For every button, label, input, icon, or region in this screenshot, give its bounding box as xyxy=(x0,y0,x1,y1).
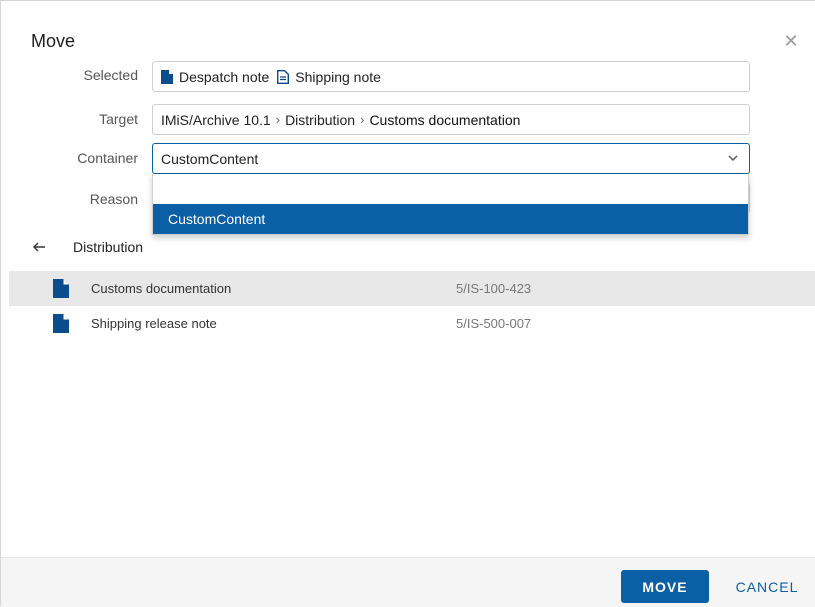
move-dialog: Move ✕ Selected Despatch note Shipping n… xyxy=(0,0,815,607)
selected-label: Selected xyxy=(83,67,138,83)
reason-label: Reason xyxy=(89,191,138,207)
chevron-right-icon: › xyxy=(275,112,281,127)
folder-browser-header: Distribution xyxy=(31,237,143,257)
list-item-code: 5/IS-500-007 xyxy=(456,316,532,331)
selected-item-label: Despatch note xyxy=(179,68,270,85)
target-label: Target xyxy=(99,111,138,127)
selected-item-label: Shipping note xyxy=(295,68,381,85)
selected-field: Despatch note Shipping note xyxy=(152,61,750,92)
breadcrumb-distribution[interactable]: Distribution xyxy=(285,112,355,128)
breadcrumb-root[interactable]: IMiS/Archive 10.1 xyxy=(161,112,271,128)
folder-list: Customs documentation 5/IS-100-423 Shipp… xyxy=(9,271,815,341)
chevron-down-icon xyxy=(728,155,738,161)
document-outline-icon xyxy=(277,69,290,84)
target-field[interactable]: IMiS/Archive 10.1 › Distribution › Custo… xyxy=(152,104,750,135)
document-icon xyxy=(53,279,69,298)
container-dropdown: CustomContent xyxy=(152,174,749,235)
close-icon[interactable]: ✕ xyxy=(781,31,801,51)
selected-item-despatch: Despatch note xyxy=(161,69,269,85)
list-item-name: Shipping release note xyxy=(91,316,217,331)
list-item-name: Customs documentation xyxy=(91,281,232,296)
back-arrow-icon[interactable] xyxy=(31,239,47,255)
list-item[interactable]: Shipping release note 5/IS-500-007 xyxy=(9,306,815,341)
document-icon xyxy=(53,314,69,333)
chevron-right-icon: › xyxy=(360,112,365,127)
container-select[interactable]: CustomContent xyxy=(152,143,750,174)
move-button[interactable]: MOVE xyxy=(621,570,709,603)
current-folder-label: Distribution xyxy=(73,239,144,255)
selected-item-shipping: Shipping note xyxy=(277,69,381,85)
document-filled-icon xyxy=(161,69,173,84)
container-value: CustomContent xyxy=(161,150,259,167)
breadcrumb-current[interactable]: Customs documentation xyxy=(369,112,520,128)
dropdown-option-customcontent[interactable]: CustomContent xyxy=(153,204,748,234)
dialog-footer: MOVE CANCEL xyxy=(1,557,815,607)
cancel-button[interactable]: CANCEL xyxy=(727,570,807,603)
list-item-code: 5/IS-100-423 xyxy=(456,281,532,296)
list-item[interactable]: Customs documentation 5/IS-100-423 xyxy=(9,271,815,306)
dialog-title: Move xyxy=(31,31,76,51)
dropdown-option-empty[interactable] xyxy=(153,174,748,204)
container-label: Container xyxy=(77,150,138,166)
